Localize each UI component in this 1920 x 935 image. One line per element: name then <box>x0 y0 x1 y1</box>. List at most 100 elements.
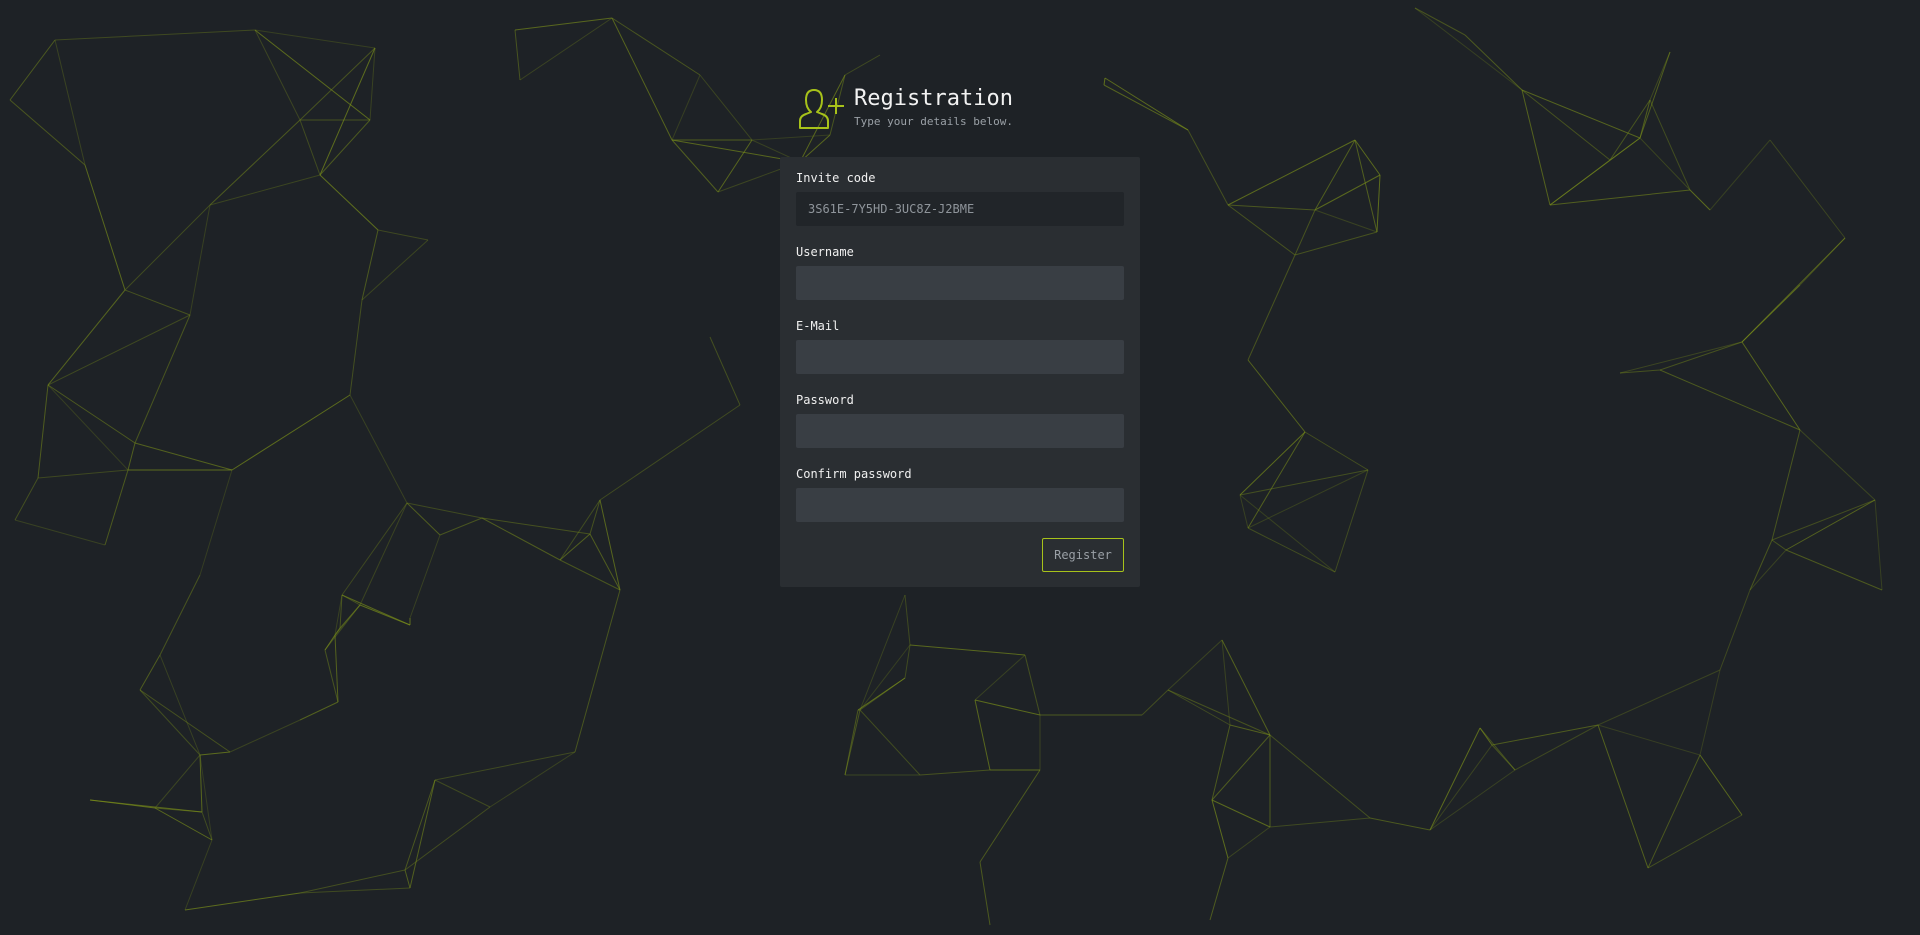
network-line <box>184 839 213 911</box>
network-line <box>341 594 411 626</box>
network-line <box>1491 724 1599 746</box>
network-line <box>254 29 301 121</box>
network-line <box>574 589 621 753</box>
network-line <box>139 689 231 753</box>
network-line <box>1639 137 1691 191</box>
network-line <box>404 779 436 871</box>
network-line <box>1769 139 1846 239</box>
network-line <box>1749 539 1773 591</box>
network-line <box>341 502 408 596</box>
network-line <box>1247 254 1296 361</box>
username-label: Username <box>796 245 854 259</box>
network-line <box>1649 51 1671 101</box>
network-line <box>47 384 129 471</box>
username-field[interactable] <box>796 266 1124 300</box>
network-line <box>334 604 361 636</box>
network-line <box>1167 689 1271 736</box>
network-line <box>139 654 161 691</box>
network-line <box>589 533 621 591</box>
network-line <box>84 164 126 291</box>
network-line <box>1659 341 1743 371</box>
network-line <box>361 229 379 301</box>
network-line <box>1619 341 1743 374</box>
network-line <box>1749 549 1787 591</box>
network-line <box>859 709 921 776</box>
network-line <box>1209 857 1229 921</box>
network-line <box>231 394 351 471</box>
network-line <box>229 719 301 753</box>
network-line <box>599 404 741 501</box>
network-line <box>47 289 126 386</box>
network-line <box>1491 744 1516 771</box>
network-line <box>299 47 376 121</box>
register-button[interactable]: Register <box>1042 538 1124 572</box>
network-line <box>1689 189 1711 211</box>
network-line <box>404 869 411 889</box>
network-line <box>1227 204 1296 256</box>
network-line <box>671 74 701 141</box>
password-field[interactable] <box>796 414 1124 448</box>
network-line <box>481 517 591 535</box>
network-line <box>1771 499 1876 541</box>
network-line <box>1187 129 1229 206</box>
network-line <box>349 394 408 504</box>
network-line <box>1141 689 1169 716</box>
network-line <box>406 502 483 519</box>
network-line <box>47 314 191 386</box>
network-line <box>844 709 861 776</box>
network-line <box>9 39 56 101</box>
network-line <box>1597 669 1721 726</box>
network-line <box>1771 429 1801 541</box>
network-line <box>1874 499 1883 591</box>
network-line <box>514 29 521 81</box>
network-line <box>406 502 441 536</box>
network-line <box>409 779 436 889</box>
network-line <box>1609 137 1641 161</box>
network-line <box>974 654 1026 701</box>
network-line <box>1771 539 1787 551</box>
network-line <box>1103 77 1106 86</box>
network-line <box>1376 174 1381 233</box>
network-line <box>1799 429 1876 501</box>
network-line <box>1167 689 1231 726</box>
network-line <box>1211 799 1271 828</box>
network-line <box>709 336 741 406</box>
network-line <box>979 769 1041 863</box>
network-line <box>127 442 136 471</box>
network-line <box>1247 469 1369 529</box>
network-line <box>1211 724 1231 801</box>
invite-code-field[interactable] <box>796 192 1124 226</box>
network-line <box>341 594 361 606</box>
network-line <box>1369 817 1431 831</box>
network-line <box>1464 34 1523 91</box>
network-line <box>1549 189 1691 206</box>
network-line <box>299 119 321 176</box>
network-line <box>134 442 233 471</box>
network-line <box>1304 431 1369 471</box>
network-line <box>699 74 753 141</box>
network-line <box>599 499 621 591</box>
network-line <box>1227 826 1271 859</box>
network-line <box>184 892 301 911</box>
registration-header: Registration Type your details below. <box>792 86 1013 134</box>
email-field[interactable] <box>796 340 1124 374</box>
confirm-password-field[interactable] <box>796 488 1124 522</box>
network-line <box>1741 341 1801 431</box>
network-line <box>1709 139 1771 211</box>
network-line <box>904 594 911 646</box>
network-line <box>481 517 561 561</box>
network-line <box>139 689 201 756</box>
network-line <box>361 239 429 301</box>
network-line <box>47 384 136 444</box>
network-line <box>9 99 86 166</box>
invite-code-label: Invite code <box>796 171 876 185</box>
network-line <box>1649 99 1691 191</box>
network-line <box>159 574 201 656</box>
network-line <box>1521 89 1641 139</box>
network-line <box>1414 7 1523 91</box>
network-line <box>104 469 129 546</box>
network-line <box>404 806 491 871</box>
network-line <box>1239 469 1369 496</box>
network-line <box>671 139 719 193</box>
network-line <box>751 134 831 141</box>
